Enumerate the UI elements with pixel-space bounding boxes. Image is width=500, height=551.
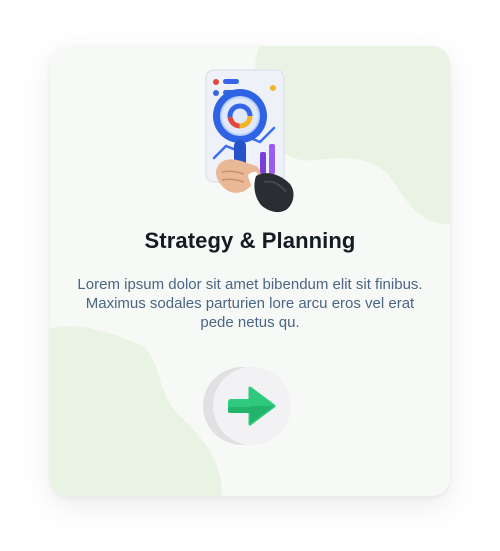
arrow-button[interactable] (202, 366, 294, 446)
magnifier-report-hand-icon (205, 69, 294, 213)
card-description: Lorem ipsum dolor sit amet bibendum elit… (77, 276, 423, 331)
page: Strategy & Planning Lorem ipsum dolor si… (0, 0, 500, 551)
service-card: Strategy & Planning Lorem ipsum dolor si… (50, 46, 450, 496)
card-title: Strategy & Planning (144, 228, 356, 253)
